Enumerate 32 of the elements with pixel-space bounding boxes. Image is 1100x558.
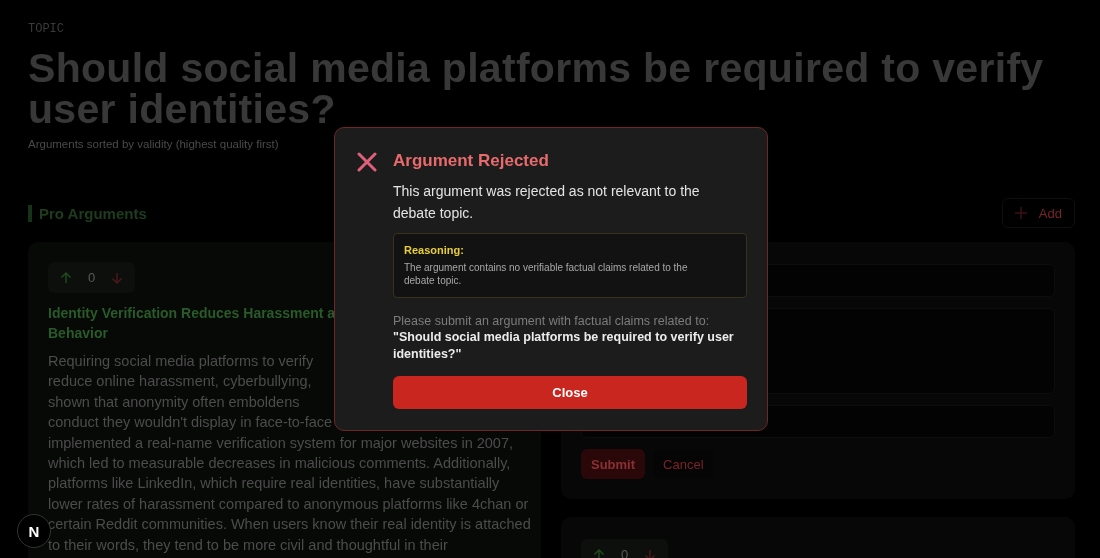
argument-text: certain Reddit communities. When users know their real identity is attached: [48, 515, 531, 535]
submit-button[interactable]: Submit: [581, 449, 646, 479]
argument-text: which led to measurable decreases in malicious comments. Additionally,: [48, 454, 511, 474]
argument-text: implemented a real-name verification system for major websites in 2007,: [48, 433, 513, 453]
plus-icon: [1014, 207, 1027, 219]
topic-quote: "Should social media platforms be required to verify user identities?": [393, 329, 735, 363]
down-arrow-icon[interactable]: [111, 271, 124, 284]
dialog-title: Argument Rejected: [393, 150, 550, 172]
argument-text: Requiring social media platforms to verify: [48, 352, 314, 371]
sort-note: Arguments sorted by validity (highest quality first): [28, 138, 280, 150]
reasoning-text: The argument contains no verifiable factual claims related to the debate topic.: [404, 261, 689, 287]
topic-title: Should social media platforms be required to verify user identities?: [28, 48, 1045, 130]
argument-text: reduce online harassment, cyberbullying,: [48, 372, 312, 392]
argument-title: Identity Verification Reduces Harassment a: [48, 304, 336, 323]
argument-text: conduct they wouldn't display in face-to-face: [48, 413, 333, 433]
topic-label: TOPIC: [28, 22, 65, 36]
argument-text: lower rates of harassment compared to anonymous platforms like 4chan or: [48, 494, 529, 514]
close-button[interactable]: Close: [393, 376, 747, 409]
argument-text: platforms like LinkedIn, which require real identities, have substantially: [48, 474, 500, 494]
reasoning-label: Reasoning:: [404, 244, 465, 256]
dialog-message: This argument was rejected as not relevant to the debate topic.: [393, 182, 701, 223]
hint-text: Please submit an argument with factual claims related to:: [393, 314, 711, 328]
up-arrow-icon[interactable]: [60, 271, 72, 284]
close-icon: [357, 152, 377, 172]
argument-title: Behavior: [48, 324, 108, 343]
up-arrow-icon[interactable]: [593, 548, 605, 558]
argument-text: shown that anonymity often emboldens: [48, 392, 300, 412]
down-arrow-icon[interactable]: [644, 548, 657, 558]
vote-count: 0: [88, 270, 96, 285]
add-button[interactable]: Add: [1001, 198, 1075, 228]
argument-text: to their words, they tend to be more civil and thoughtful in their: [48, 535, 448, 555]
section-heading: Pro Arguments: [28, 204, 147, 222]
